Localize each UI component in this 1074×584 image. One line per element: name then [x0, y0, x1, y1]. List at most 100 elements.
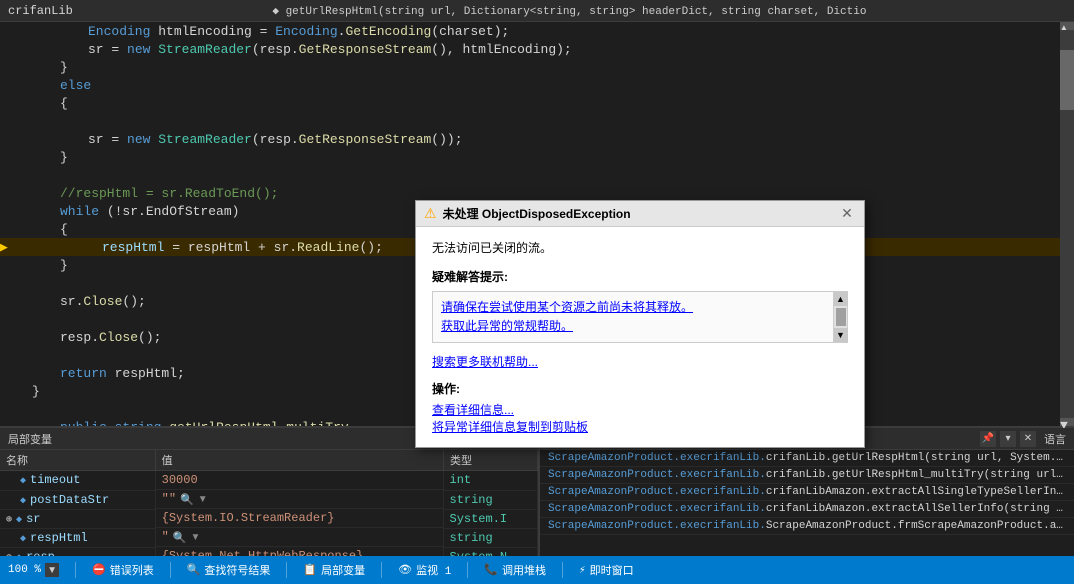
variable-type: string: [450, 531, 493, 545]
dialog-copy-link[interactable]: 将异常详细信息复制到剪贴板: [432, 418, 848, 435]
value-dropdown-button[interactable]: ▼: [191, 532, 201, 543]
callstack-item-2[interactable]: ScrapeAmazonProduct.execrifanLib.crifanL…: [540, 484, 1074, 501]
locals-table: 名称 值 类型 ◆timeout30000int◆postDataStr""🔍▼…: [0, 450, 538, 556]
callstack-menu-button[interactable]: ▾: [1000, 431, 1016, 447]
locals-status-label: 局部变量: [321, 562, 365, 578]
status-bar: 100 % ▼ ⛔ 错误列表 🔍 查找符号结果 📋 局部变量 👁 监视 1 📞 …: [0, 556, 1074, 584]
locals-value-cell: {System.Net.HttpWebResponse}: [156, 547, 444, 556]
code-segment: {: [60, 222, 68, 237]
code-line-1: sr = new StreamReader(resp.GetResponseSt…: [0, 40, 1060, 58]
callstack-exe: ScrapeAmazonProduct.execrifanLib.: [548, 520, 766, 532]
locals-row-0[interactable]: ◆timeout30000int: [0, 471, 538, 491]
errors-icon: ⛔: [92, 563, 106, 577]
code-segment: (), htmlEncoding);: [431, 42, 571, 57]
value-search-button[interactable]: 🔍: [173, 531, 187, 544]
callstack-item-0[interactable]: ScrapeAmazonProduct.execrifanLib.crifanL…: [540, 450, 1074, 467]
status-find-results[interactable]: 🔍 查找符号结果: [187, 562, 271, 578]
code-segment: {: [60, 96, 68, 111]
code-segment: getUrlRespHtml_multiTry: [169, 420, 348, 427]
callstack-method: crifanLib.getUrlRespHtml_multiTry(string…: [766, 469, 1074, 481]
app-name: crifanLib: [8, 4, 73, 18]
code-segment: }: [60, 150, 68, 165]
expand-icon[interactable]: ⊕: [6, 515, 12, 526]
variable-value: {System.IO.StreamReader}: [162, 511, 335, 525]
dialog-search-link[interactable]: 搜索更多联机帮助...: [432, 355, 538, 369]
value-dropdown-button[interactable]: ▼: [198, 494, 208, 505]
callstack-item-1[interactable]: ScrapeAmazonProduct.execrifanLib.crifanL…: [540, 467, 1074, 484]
locals-status-icon: 📋: [303, 563, 317, 577]
dialog-hint-1[interactable]: 请确保在尝试使用某个资源之前尚未将其释放。: [441, 298, 829, 317]
callstack-item-4[interactable]: ScrapeAmazonProduct.execrifanLib.ScrapeA…: [540, 518, 1074, 535]
locals-name-cell: ⊕◆sr: [0, 509, 155, 528]
zoom-level: 100 %: [8, 564, 41, 576]
locals-row-4[interactable]: ⊕◆resp{System.Net.HttpWebResponse}System…: [0, 547, 538, 556]
scroll-down-arrow[interactable]: ▼: [834, 328, 848, 342]
locals-name-cell: ◆ postDataStr: [0, 490, 155, 509]
col-value: 值: [155, 450, 443, 471]
code-segment: GetResponseStream: [299, 132, 432, 147]
code-line-2: }: [0, 58, 1060, 76]
code-segment: else: [60, 78, 91, 93]
code-segment: .: [338, 24, 346, 39]
dialog-hint-2[interactable]: 获取此异常的常规帮助。: [441, 317, 829, 336]
scroll-up-arrow[interactable]: ▲: [834, 292, 848, 306]
zoom-decrease-button[interactable]: ▼: [45, 563, 59, 577]
locals-type-cell: System.I: [444, 509, 538, 528]
status-separator-1: [170, 562, 171, 578]
dialog-warning-icon: ⚠: [424, 205, 437, 222]
zoom-area: 100 % ▼: [8, 563, 59, 577]
expand-icon[interactable]: ⊕: [6, 553, 12, 557]
code-segment: [150, 42, 158, 57]
code-segment: sr =: [88, 42, 127, 57]
code-line-6: sr = new StreamReader(resp.GetResponseSt…: [0, 130, 1060, 148]
code-segment: }: [60, 60, 68, 75]
status-locals[interactable]: 📋 局部变量: [303, 562, 365, 578]
code-segment: Encoding: [275, 24, 337, 39]
find-icon: 🔍: [187, 563, 201, 577]
scroll-track: [1060, 30, 1074, 418]
code-segment: [150, 132, 158, 147]
code-segment: (resp.: [252, 42, 299, 57]
dialog-scroll[interactable]: ▲ ▼: [833, 292, 847, 342]
title-bar: crifanLib ◆ getUrlRespHtml(string url, D…: [0, 0, 1074, 22]
code-segment: Close: [99, 330, 138, 345]
scroll-thumb[interactable]: [1060, 50, 1074, 110]
callstack-item-3[interactable]: ScrapeAmazonProduct.execrifanLib.crifanL…: [540, 501, 1074, 518]
variable-value: {System.Net.HttpWebResponse}: [162, 549, 364, 556]
callstack-close-button[interactable]: ✕: [1020, 431, 1036, 447]
scroll-up[interactable]: ▲: [1060, 22, 1074, 30]
dialog-hints-box: 请确保在尝试使用某个资源之前尚未将其释放。 获取此异常的常规帮助。 ▲ ▼: [432, 291, 848, 343]
callstack-status-label: 调用堆栈: [502, 562, 546, 578]
variable-name: sr: [26, 512, 40, 526]
scroll-down[interactable]: ▼: [1060, 418, 1074, 426]
method-signature: ◆ getUrlRespHtml(string url, Dictionary<…: [73, 4, 1066, 18]
status-immediate[interactable]: ⚡ 即时窗口: [579, 562, 634, 578]
variable-value: 30000: [162, 473, 198, 487]
status-callstack[interactable]: 📞 调用堆栈: [484, 562, 546, 578]
code-segment: respHtml: [102, 240, 164, 255]
variable-type: int: [450, 473, 472, 487]
locals-row-1[interactable]: ◆postDataStr""🔍▼string: [0, 490, 538, 509]
value-search-button[interactable]: 🔍: [180, 493, 194, 506]
variable-name: postDataStr: [30, 493, 109, 507]
exception-dialog[interactable]: ⚠ 未处理 ObjectDisposedException ✕ 无法访问已关闭的…: [415, 200, 865, 448]
locals-value-cell: "🔍▼: [156, 528, 444, 547]
callstack-pin-button[interactable]: 📌: [980, 431, 996, 447]
status-watch[interactable]: 👁 监视 1: [398, 562, 451, 578]
code-segment: return: [60, 366, 107, 381]
immediate-label: 即时窗口: [590, 562, 634, 578]
code-segment: new: [127, 42, 150, 57]
variable-icon: ◆: [20, 496, 26, 507]
locals-row-2[interactable]: ⊕◆sr {System.IO.StreamReader} System.I: [0, 509, 538, 528]
status-errors[interactable]: ⛔ 错误列表: [92, 562, 154, 578]
code-line-4: {: [0, 94, 1060, 112]
locals-value-cell: {System.IO.StreamReader}: [156, 509, 444, 528]
dialog-body: 无法访问已关闭的流。 疑难解答提示: 请确保在尝试使用某个资源之前尚未将其释放。…: [416, 227, 864, 447]
find-label: 查找符号结果: [204, 562, 270, 578]
variable-icon: ◆: [16, 553, 22, 557]
callstack-method: crifanLib.getUrlRespHtml(string url, Sys…: [766, 452, 1074, 464]
locals-row-3[interactable]: ◆respHtml"🔍▼string: [0, 528, 538, 547]
editor-scrollbar[interactable]: ▲ ▼: [1060, 22, 1074, 426]
dialog-close-button[interactable]: ✕: [838, 205, 856, 223]
dialog-view-details-link[interactable]: 查看详细信息...: [432, 401, 848, 418]
